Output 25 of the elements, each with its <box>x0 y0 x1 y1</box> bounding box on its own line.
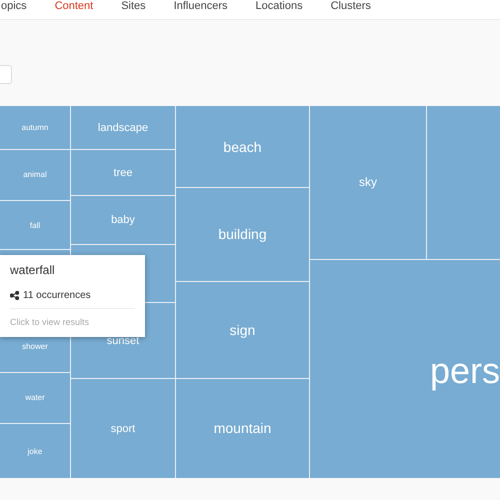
treemap-tile[interactable]: landscape <box>71 106 175 150</box>
treemap-tile[interactable]: autumn <box>0 106 70 149</box>
nav-tab[interactable]: Locations <box>256 0 303 13</box>
treemap-tile[interactable]: sport <box>71 379 175 478</box>
occurrence-count: 11 occurrences <box>23 290 91 301</box>
treemap-tile[interactable]: joke <box>0 424 70 478</box>
tooltip-title: waterfall <box>10 263 56 277</box>
nav-tab[interactable]: Influencers <box>174 0 228 13</box>
treemap-tile[interactable]: water <box>0 372 70 424</box>
treemap-tile[interactable]: fall <box>0 201 70 250</box>
nav-tab[interactable]: Content <box>54 0 94 13</box>
nav-tab[interactable]: Sites <box>121 0 146 13</box>
treemap-tile[interactable]: sign <box>176 282 309 378</box>
nav-tab[interactable]: opics <box>1 0 27 13</box>
treemap-tile[interactable] <box>427 106 500 258</box>
treemap-tile[interactable]: mountain <box>176 378 309 478</box>
nav-tab[interactable]: Clusters <box>330 0 371 13</box>
treemap-tile[interactable]: sky <box>310 106 426 258</box>
treemap-tile[interactable]: building <box>176 188 309 281</box>
treemap-tile[interactable]: baby <box>71 196 175 244</box>
share-icon <box>10 291 19 300</box>
treemap-tile[interactable]: pers <box>310 260 500 478</box>
treemap-tile[interactable]: tree <box>71 150 175 195</box>
treemap-tile[interactable]: beach <box>176 106 309 188</box>
treemap-tile[interactable]: animal <box>0 150 70 200</box>
